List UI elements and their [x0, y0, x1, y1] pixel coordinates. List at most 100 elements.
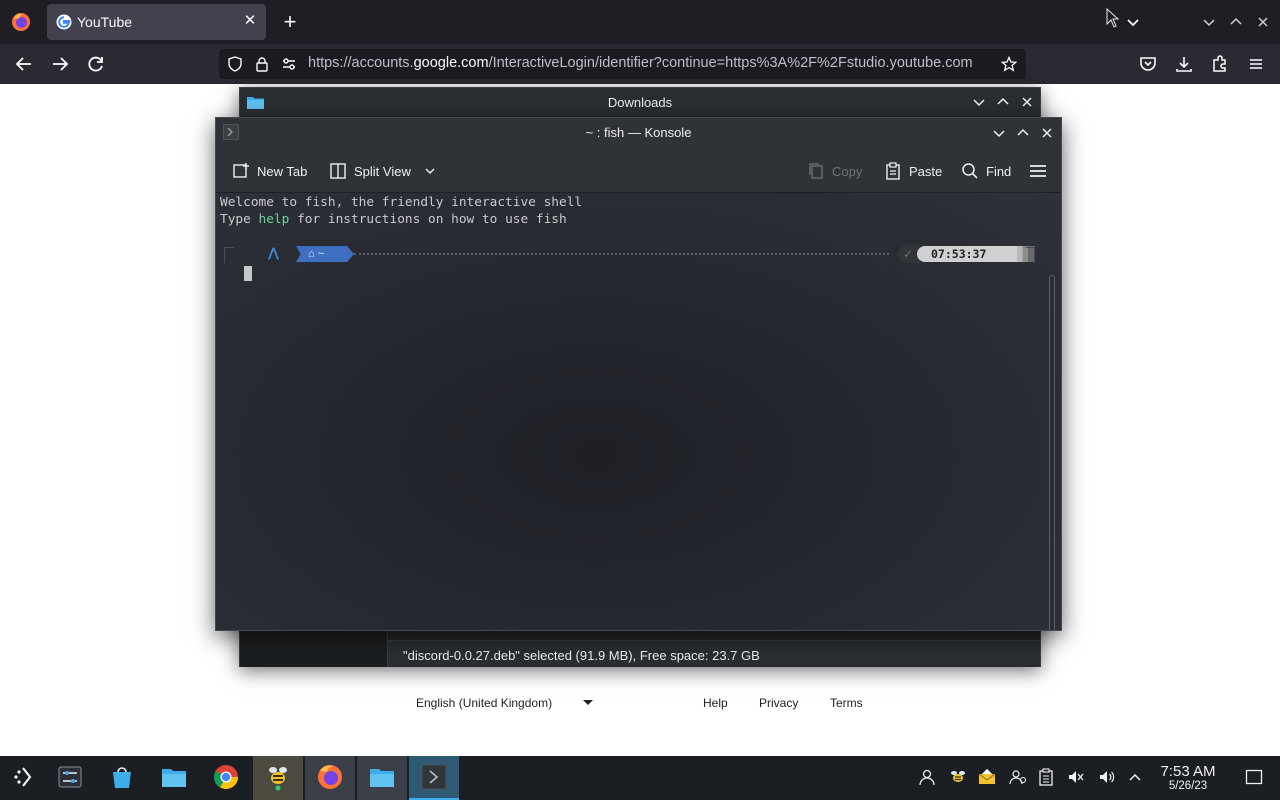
pocket-icon[interactable] — [1138, 54, 1158, 74]
taskbar-bottles[interactable] — [253, 756, 303, 800]
bee-app-icon — [269, 767, 287, 791]
paste-button[interactable]: Paste — [884, 160, 942, 182]
taskbar-dolphin[interactable] — [149, 756, 199, 800]
url-path: /InteractiveLogin/identifier?continue=ht… — [488, 55, 973, 71]
users-network-icon[interactable] — [1009, 768, 1027, 786]
split-view-button[interactable]: Split View — [329, 160, 436, 182]
minimize-icon[interactable] — [972, 95, 986, 109]
terms-link[interactable]: Terms — [830, 696, 863, 710]
new-tab-button[interactable]: New Tab — [232, 160, 307, 182]
mail-notification-icon[interactable] — [978, 768, 996, 786]
taskbar — [0, 756, 1280, 800]
terminal-scrollbar[interactable] — [1049, 275, 1055, 630]
minimize-icon[interactable] — [1200, 13, 1218, 31]
browser-tab-bar: YouTube ✕ + — [0, 0, 1280, 44]
extensions-icon[interactable] — [1210, 54, 1230, 74]
taskbar-chrome[interactable] — [201, 756, 251, 800]
url-text[interactable]: https://accounts.google.com/InteractiveL… — [308, 55, 991, 71]
chrome-icon — [213, 765, 238, 790]
clipboard-icon[interactable] — [1037, 768, 1055, 786]
copy-icon — [809, 163, 823, 179]
taskbar-dolphin-window[interactable] — [357, 756, 407, 800]
taskbar-settings[interactable] — [45, 756, 95, 800]
text-cursor — [244, 266, 252, 281]
konsole-title-bar[interactable]: ~ : fish — Konsole — [216, 118, 1061, 148]
bookmark-star-icon[interactable] — [1001, 56, 1017, 72]
language-dropdown-caret-icon[interactable] — [583, 700, 593, 705]
chevron-down-icon[interactable] — [424, 165, 436, 177]
hint-text-after: for instructions on how to use fish — [289, 212, 567, 227]
maximize-icon[interactable] — [996, 95, 1010, 109]
terminal-icon — [421, 764, 447, 790]
clock-date[interactable]: 5/26/23 — [1155, 780, 1221, 792]
taskbar-discover[interactable] — [97, 756, 147, 800]
paste-label: Paste — [909, 163, 943, 179]
taskbar-konsole[interactable] — [409, 756, 459, 800]
copy-button[interactable]: Copy — [807, 160, 862, 182]
paste-icon — [886, 162, 900, 180]
prompt-left-frame — [224, 247, 234, 263]
tab-close-icon[interactable]: ✕ — [242, 11, 258, 31]
shell-prompt: ⋀ ⌂ ~ ✓ 07:53:37 — [224, 245, 1035, 263]
konsole-window: ~ : fish — Konsole New Tab Split View Co… — [215, 117, 1062, 631]
forward-icon[interactable] — [50, 54, 70, 74]
language-selector[interactable]: English (United Kingdom) — [416, 696, 552, 710]
lock-icon[interactable] — [254, 56, 270, 72]
url-bar[interactable]: https://accounts.google.com/InteractiveL… — [219, 49, 1026, 79]
tray-expand-chevron-up-icon[interactable] — [1126, 768, 1144, 786]
menu-icon[interactable] — [1246, 54, 1266, 74]
tab-title: YouTube — [77, 14, 133, 30]
hamburger-menu-icon — [1030, 165, 1046, 177]
close-icon[interactable] — [1040, 126, 1054, 140]
dolphin-places-panel — [240, 631, 388, 667]
downloads-icon[interactable] — [1174, 54, 1194, 74]
minimize-icon[interactable] — [992, 126, 1006, 140]
konsole-toolbar: New Tab Split View Copy Paste Find — [216, 148, 1061, 193]
close-icon[interactable] — [1020, 95, 1034, 109]
taskbar-firefox[interactable] — [305, 756, 355, 800]
prompt-directory-segment: ⌂ ~ — [296, 246, 354, 262]
settings-sliders-icon — [58, 766, 82, 788]
help-link[interactable]: Help — [703, 696, 728, 710]
new-tab-button[interactable]: + — [280, 10, 300, 34]
selection-status-text: "discord-0.0.27.deb" selected (91.9 MB),… — [403, 648, 760, 663]
url-domain: google.com — [413, 55, 489, 71]
browser-tab-youtube[interactable]: YouTube ✕ — [47, 4, 266, 40]
hamburger-menu-button[interactable] — [1029, 160, 1047, 182]
reload-icon[interactable] — [86, 54, 106, 74]
show-desktop-icon[interactable] — [1245, 768, 1263, 786]
find-label: Find — [986, 163, 1012, 179]
firefox-logo-icon[interactable] — [11, 12, 31, 32]
bee-tray-icon[interactable] — [949, 768, 967, 786]
dolphin-title: Downloads — [607, 95, 673, 110]
volume-icon[interactable] — [1098, 768, 1116, 786]
help-keyword: help — [258, 212, 290, 227]
maximize-icon[interactable] — [1016, 126, 1030, 140]
privacy-link[interactable]: Privacy — [759, 696, 798, 710]
maximize-icon[interactable] — [1227, 13, 1245, 31]
folder-icon — [162, 769, 186, 787]
permissions-icon[interactable] — [281, 56, 297, 72]
search-icon — [962, 163, 978, 179]
back-icon[interactable] — [14, 54, 34, 74]
tracking-protection-shield-icon[interactable] — [227, 56, 243, 72]
application-launcher[interactable] — [0, 756, 50, 800]
prompt-time: 07:53:37 — [917, 246, 1017, 262]
terminal-area[interactable]: Welcome to fish, the friendly interactiv… — [216, 193, 1061, 630]
list-all-tabs-icon[interactable] — [1124, 13, 1142, 31]
url-prefix: https://accounts. — [308, 55, 414, 71]
speaker-muted-icon[interactable] — [1067, 768, 1085, 786]
google-favicon-icon — [56, 14, 72, 30]
find-button[interactable]: Find — [961, 160, 1011, 182]
user-icon[interactable] — [918, 768, 936, 786]
prompt-right-frame — [1025, 247, 1035, 263]
close-window-icon[interactable] — [1254, 13, 1272, 31]
dolphin-title-bar[interactable]: Downloads — [240, 88, 1040, 116]
split-view-icon — [330, 163, 346, 179]
dolphin-status-bar: "discord-0.0.27.deb" selected (91.9 MB),… — [388, 640, 1040, 667]
new-tab-label: New Tab — [257, 163, 308, 179]
konsole-title: ~ : fish — Konsole — [585, 125, 692, 140]
clock-time[interactable]: 7:53 AM — [1155, 763, 1221, 780]
hint-text-before: Type — [220, 212, 259, 227]
new-tab-icon — [233, 163, 249, 178]
